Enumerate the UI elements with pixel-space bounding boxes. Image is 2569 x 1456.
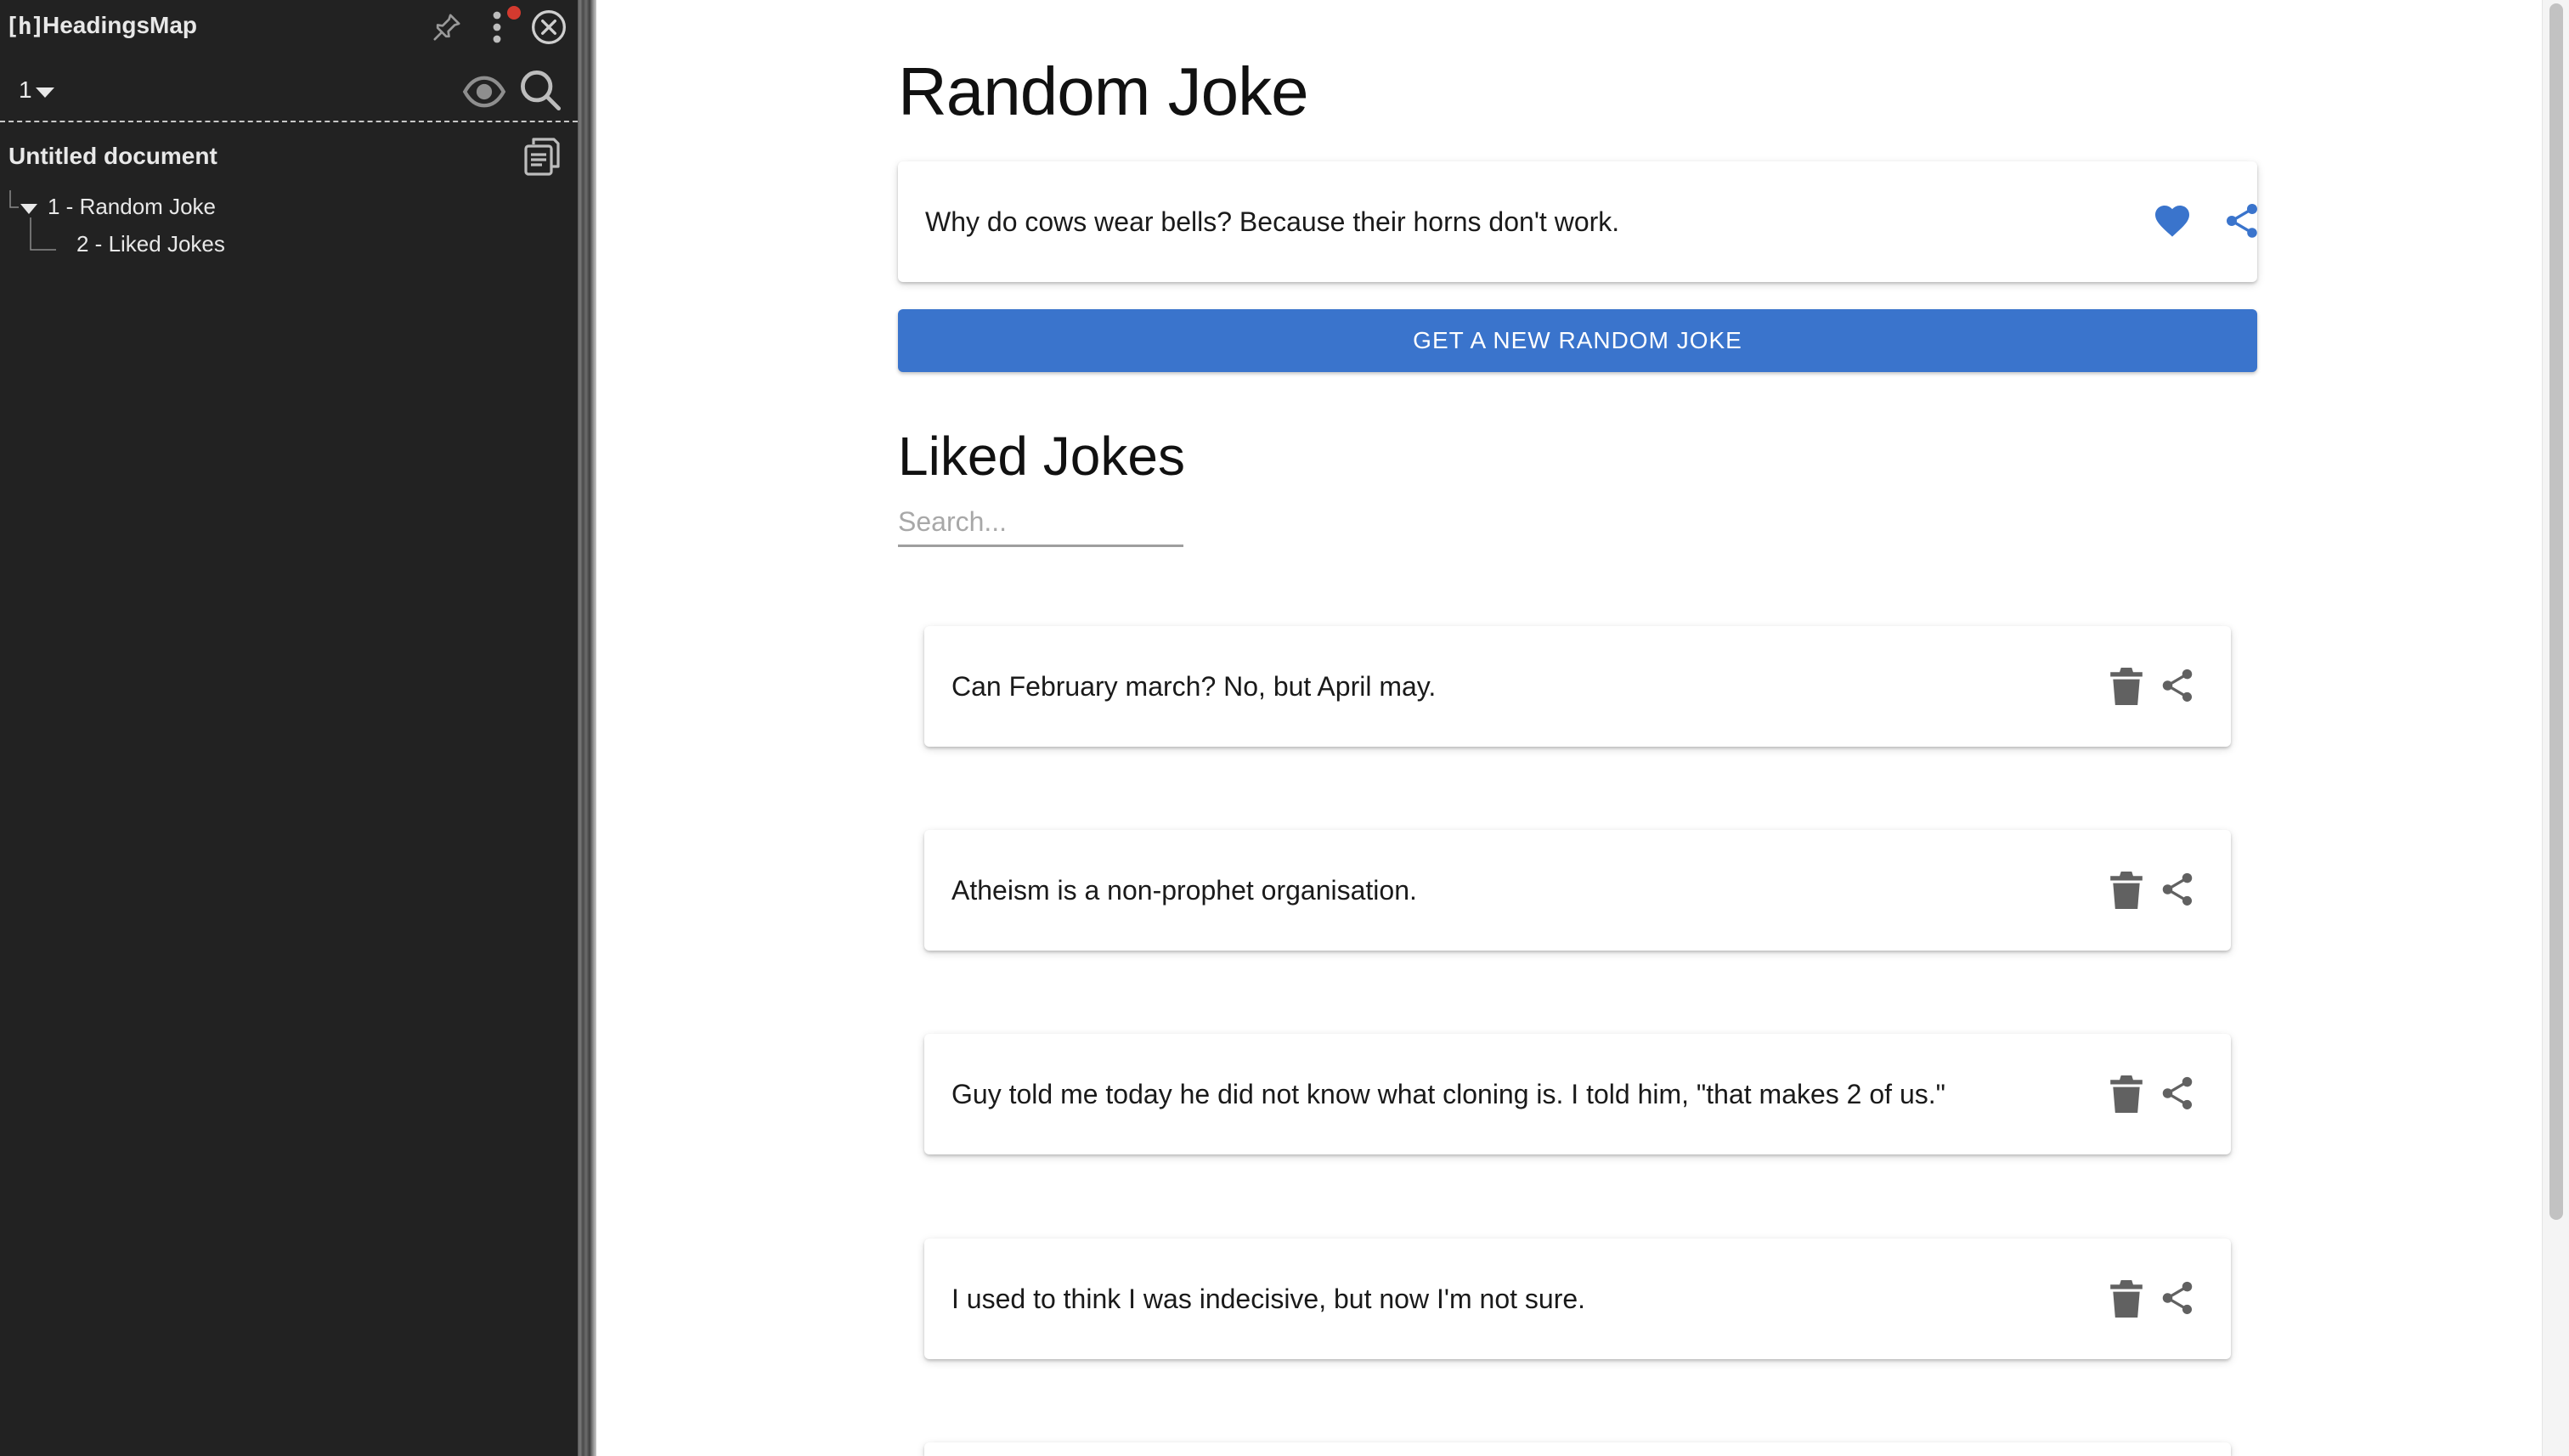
liked-joke-text: Can February march? No, but April may. bbox=[951, 670, 1437, 702]
liked-joke-card: I used to think I was indecisive, but no… bbox=[924, 1239, 2231, 1359]
liked-joke-text: Atheism is a non-prophet organisation. bbox=[951, 874, 1417, 906]
share-icon[interactable] bbox=[2158, 1074, 2197, 1113]
share-icon[interactable] bbox=[2222, 200, 2262, 241]
level-select[interactable]: 1 bbox=[19, 76, 32, 104]
liked-joke-card: Atheism is a non-prophet organisation. bbox=[924, 830, 2231, 951]
get-new-joke-button[interactable]: GET A NEW RANDOM JOKE bbox=[898, 309, 2257, 372]
liked-joke-text: Guy told me today he did not know what c… bbox=[951, 1078, 1945, 1109]
trash-icon[interactable] bbox=[2109, 1279, 2144, 1318]
expand-icon[interactable] bbox=[20, 204, 37, 214]
liked-jokes-title: Liked Jokes bbox=[898, 426, 1185, 487]
search-icon[interactable] bbox=[518, 68, 562, 112]
share-icon[interactable] bbox=[2158, 870, 2197, 909]
close-icon[interactable] bbox=[530, 8, 567, 46]
headingsmap-title: HeadingsMap bbox=[42, 12, 198, 38]
current-joke-text: Why do cows wear bells? Because their ho… bbox=[925, 206, 1620, 237]
copy-icon[interactable] bbox=[523, 136, 561, 177]
panel-resize-handle[interactable] bbox=[578, 0, 596, 1456]
share-icon[interactable] bbox=[2158, 666, 2197, 705]
chevron-down-icon[interactable] bbox=[36, 87, 54, 98]
headingsmap-panel: [h] HeadingsMap 1 Untitled document 1 - … bbox=[0, 0, 578, 1456]
more-vertical-icon[interactable] bbox=[486, 10, 508, 44]
eye-icon[interactable] bbox=[462, 70, 506, 114]
headingsmap-logo: [h] bbox=[5, 12, 45, 40]
heart-icon[interactable] bbox=[2152, 200, 2193, 241]
trash-icon[interactable] bbox=[2109, 1075, 2144, 1114]
share-icon[interactable] bbox=[2158, 1278, 2197, 1318]
page-content: Random Joke Why do cows wear bells? Beca… bbox=[596, 0, 2542, 1456]
tree-item-liked-jokes[interactable]: 2 - Liked Jokes bbox=[76, 231, 225, 257]
headingsmap-titlebar: [h] HeadingsMap bbox=[0, 0, 578, 54]
trash-icon[interactable] bbox=[2109, 871, 2144, 910]
search-input[interactable] bbox=[898, 499, 1183, 547]
page-title: Random Joke bbox=[898, 54, 1309, 129]
notification-dot bbox=[507, 6, 521, 20]
trash-icon[interactable] bbox=[2109, 667, 2144, 706]
pin-icon[interactable] bbox=[430, 10, 464, 44]
document-title: Untitled document bbox=[8, 143, 217, 169]
liked-joke-card: Can February march? No, but April may. bbox=[924, 626, 2231, 747]
headings-tree: 1 - Random Joke 2 - Liked Jokes bbox=[0, 187, 578, 289]
current-joke-card: Why do cows wear bells? Because their ho… bbox=[898, 161, 2257, 282]
liked-joke-card bbox=[924, 1442, 2231, 1456]
vertical-scrollbar[interactable] bbox=[2542, 0, 2569, 1456]
liked-joke-text: I used to think I was indecisive, but no… bbox=[951, 1283, 1586, 1314]
liked-joke-card: Guy told me today he did not know what c… bbox=[924, 1034, 2231, 1154]
scrollbar-thumb[interactable] bbox=[2549, 3, 2563, 1220]
tree-item-random-joke[interactable]: 1 - Random Joke bbox=[48, 194, 216, 220]
headingsmap-toolbar: 1 bbox=[0, 61, 578, 122]
